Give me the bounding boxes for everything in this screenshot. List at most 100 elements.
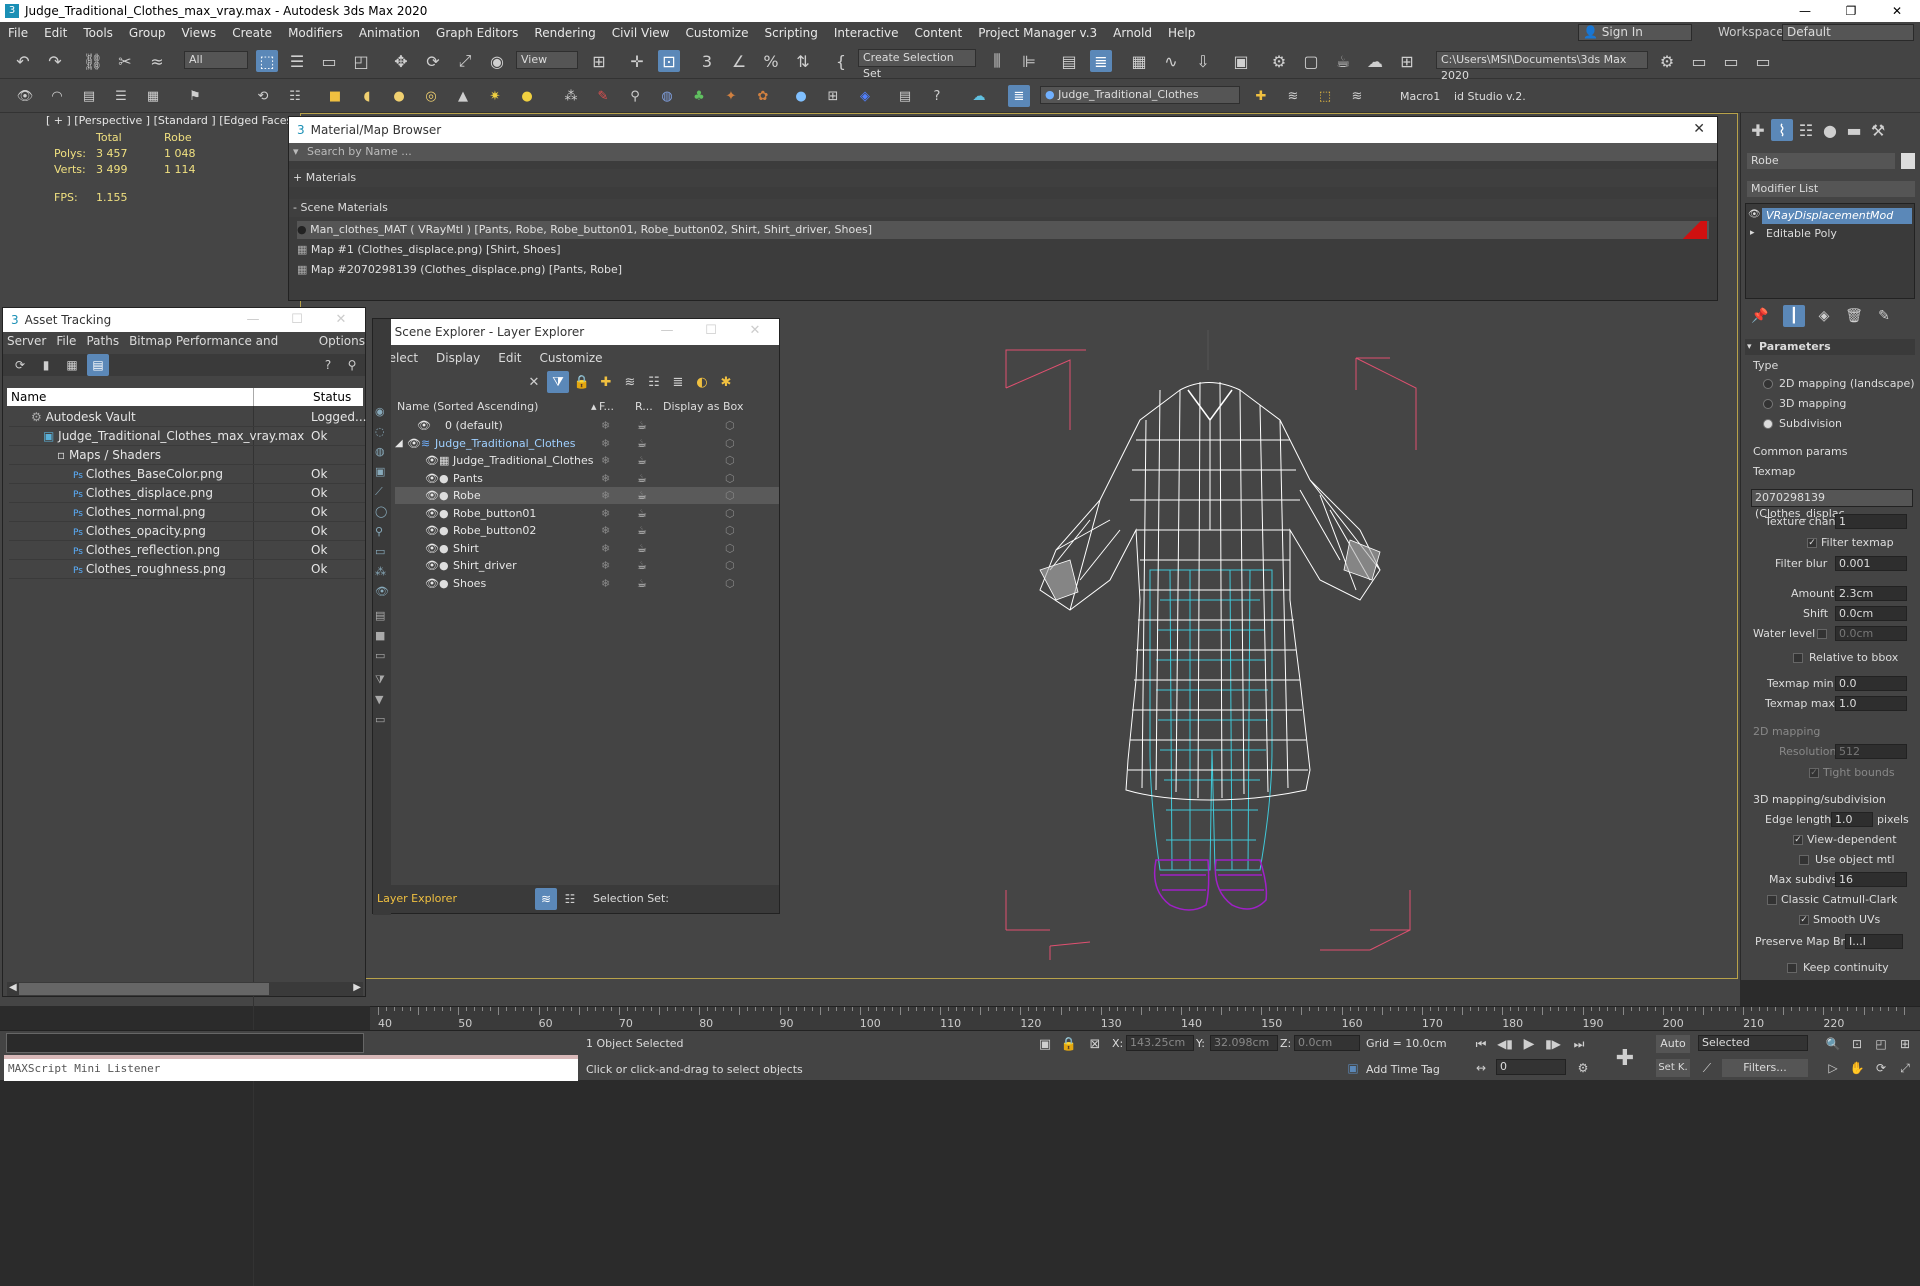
sign-in-dropdown[interactable]: 👤 Sign In	[1578, 24, 1692, 41]
close-icon[interactable]: ✕	[1693, 121, 1705, 137]
fov-icon[interactable]: ▷	[1822, 1057, 1844, 1079]
water-level-spinner[interactable]: 0.0cm	[1835, 626, 1907, 641]
smooth-uvs-checkbox[interactable]: ✓	[1799, 915, 1809, 925]
filter-groups-icon[interactable]: ⚲	[375, 525, 383, 538]
display-box-icon[interactable]: ⬡	[725, 557, 735, 574]
eye-icon[interactable]: 👁	[425, 452, 439, 469]
bind-spacewarp-icon[interactable]: ≈	[146, 50, 168, 72]
eye-icon[interactable]: 👁	[425, 540, 439, 557]
render-teapot-icon[interactable]: ☕	[637, 417, 647, 434]
display-box-icon[interactable]: ⬡	[725, 487, 735, 504]
fire-icon[interactable]: ✦	[720, 85, 742, 107]
tight-bounds-checkbox[interactable]: ✓	[1809, 768, 1819, 778]
filter-funnel-alt-icon[interactable]: ▼	[375, 693, 383, 706]
table-row[interactable]: Ps Clothes_reflection.png Ok	[9, 541, 365, 560]
move-icon[interactable]: ✥	[390, 50, 412, 72]
select-manipulate-icon[interactable]: ✛	[626, 50, 648, 72]
zoom-extents-all-icon[interactable]: ⊞	[1894, 1033, 1916, 1055]
vray-icon[interactable]: ◈	[854, 85, 876, 107]
select-object-icon[interactable]: ⬚	[256, 50, 278, 72]
asset-tracking-titlebar[interactable]: 3 Asset Tracking — ☐ ✕	[3, 308, 365, 332]
render-in-cloud-icon[interactable]: ☁	[1364, 50, 1386, 72]
table-row[interactable]: ⚙ Autodesk Vault Logged...	[9, 408, 367, 427]
eye-icon[interactable]: 👁	[425, 470, 439, 487]
lock-icon[interactable]: 🔒	[571, 371, 593, 393]
list-icon[interactable]: ☰	[110, 85, 132, 107]
layer-icon[interactable]: ▤	[78, 85, 100, 107]
table-row[interactable]: Ps Clothes_displace.png Ok	[9, 484, 365, 503]
modifier-list-dropdown[interactable]: Modifier List	[1747, 181, 1915, 197]
material-editor-icon[interactable]: ▣	[1230, 50, 1252, 72]
table-row[interactable]: Ps Clothes_BaseColor.png Ok	[9, 465, 365, 484]
toggle-ribbon-icon[interactable]: ▦	[1128, 50, 1150, 72]
preserve-map-dropdown[interactable]: I...l	[1845, 934, 1903, 949]
material-sphere-icon[interactable]: ●	[790, 85, 812, 107]
angle-snap-icon[interactable]: ∠	[728, 50, 750, 72]
y-coord-field[interactable]: 32.098cm	[1210, 1035, 1278, 1051]
keep-continuity-label[interactable]: Keep continuity	[1803, 961, 1889, 974]
tight-bounds-label[interactable]: Tight bounds	[1823, 766, 1895, 779]
list-item[interactable]: 👁 ● Shirt ❄ ☕ ⬡	[395, 540, 779, 557]
add-time-tag-button[interactable]: Add Time Tag	[1366, 1063, 1440, 1076]
mirror-icon[interactable]: ⫼	[986, 50, 1008, 72]
table-row[interactable]: Ps Clothes_roughness.png Ok	[9, 560, 365, 579]
render-production-icon[interactable]: ☕	[1332, 50, 1354, 72]
map-row[interactable]: ▦ Map #2070298139 (Clothes_displace.png)…	[297, 261, 1709, 279]
selection-filter-dropdown[interactable]: All	[184, 51, 248, 69]
maximize-viewport-icon[interactable]: ⤢	[1894, 1057, 1916, 1079]
freeze-icon[interactable]: ❄	[601, 575, 610, 592]
sphere-icon[interactable]: ●	[388, 85, 410, 107]
make-unique-icon[interactable]: ◈	[1813, 305, 1835, 327]
key-mode-icon[interactable]: ↔	[1470, 1057, 1492, 1079]
key-filters-icon[interactable]: ⟋	[1696, 1057, 1718, 1079]
maxscript-input[interactable]	[6, 1033, 364, 1053]
shift-spinner[interactable]: 0.0cm	[1835, 606, 1907, 621]
rotate-icon[interactable]: ⟳	[422, 50, 444, 72]
maxscript-listener-input[interactable]: MAXScript Mini Listener	[4, 1059, 578, 1081]
amount-spinner[interactable]: 2.3cm	[1835, 586, 1907, 601]
eye-icon[interactable]: 👁	[1748, 209, 1761, 220]
hierarchy-tab-icon[interactable]: ☷	[1795, 119, 1817, 141]
menu-edit[interactable]: Edit	[36, 26, 75, 40]
freeze-icon[interactable]: ❄	[601, 487, 610, 504]
cylinder-icon[interactable]: ◖	[356, 85, 378, 107]
align-icon[interactable]: ⊫	[1018, 50, 1040, 72]
eye-icon[interactable]: 👁	[425, 557, 439, 574]
menu-create[interactable]: Create	[224, 26, 280, 40]
filter-helpers-icon[interactable]: ⟋	[375, 485, 383, 499]
menu-help[interactable]: Help	[1160, 26, 1203, 40]
filter-spacewarps-icon[interactable]: ◯	[375, 505, 387, 518]
freeze-icon[interactable]: ❄	[601, 470, 610, 487]
minimize-button[interactable]: —	[231, 308, 275, 332]
display-none-icon[interactable]: ■	[375, 629, 385, 642]
zoom-icon[interactable]: 🔍	[1822, 1033, 1844, 1055]
table-row[interactable]: Ps Clothes_opacity.png Ok	[9, 522, 365, 541]
minimize-button[interactable]: —	[1782, 0, 1828, 22]
select-layer-icon[interactable]: ⬚	[1314, 85, 1336, 107]
undo-icon[interactable]: ↶	[12, 50, 34, 72]
save-icon[interactable]: ▭	[1720, 50, 1742, 72]
create-tab-icon[interactable]: ✚	[1747, 119, 1769, 141]
project-path-dropdown[interactable]: C:\Users\MSI\Documents\3ds Max 2020	[1436, 51, 1648, 82]
absolute-mode-icon[interactable]: ⊠	[1084, 1033, 1106, 1055]
scene-menu-customize[interactable]: Customize	[540, 351, 603, 365]
layer-dropdown[interactable]: ● Judge_Traditional_Clothes	[1040, 86, 1240, 104]
eye-icon[interactable]: 👁	[425, 575, 439, 592]
col-name-header[interactable]: Name	[11, 388, 46, 406]
close-button[interactable]: ✕	[733, 319, 777, 343]
current-frame-field[interactable]: 0	[1496, 1059, 1566, 1075]
asset-menu-server[interactable]: Server	[7, 332, 46, 350]
table-row[interactable]: Ps Clothes_normal.png Ok	[9, 503, 365, 522]
render-setup-icon[interactable]: ⚙	[1268, 50, 1290, 72]
placement-icon[interactable]: ◉	[486, 50, 508, 72]
studio-label[interactable]: id Studio v.2.	[1454, 90, 1526, 103]
render-teapot-icon[interactable]: ☕	[637, 557, 647, 574]
parameters-rollout-header[interactable]: ▾ Parameters	[1745, 339, 1915, 355]
list-item[interactable]: 👁 ● Shirt_driver ❄ ☕ ⬡	[395, 557, 779, 574]
z-coord-field[interactable]: 0.0cm	[1294, 1035, 1360, 1051]
filter-icon[interactable]: ⧩	[547, 371, 569, 393]
render-teapot-icon[interactable]: ☕	[637, 575, 647, 592]
menu-tools[interactable]: Tools	[75, 26, 121, 40]
texture-chan-spinner[interactable]: 1	[1835, 514, 1907, 529]
use-object-mtl-checkbox[interactable]	[1799, 855, 1809, 865]
